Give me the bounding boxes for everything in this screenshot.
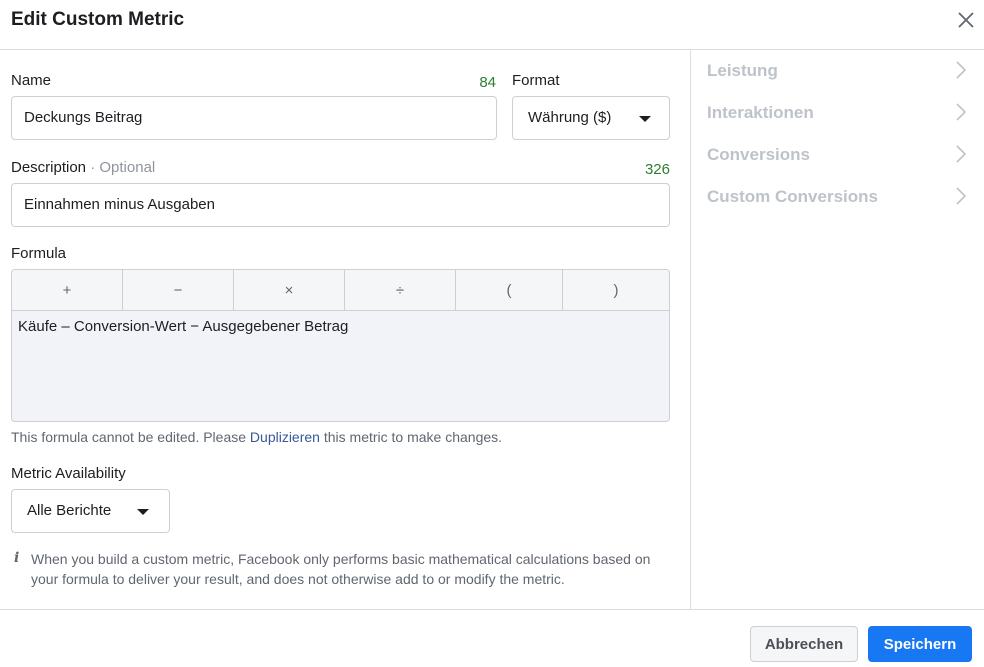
custom-metric-disclaimer: When you build a custom metric, Facebook… (31, 551, 651, 587)
name-label: Name (11, 72, 52, 89)
chevron-right-icon (956, 61, 967, 79)
format-label: Format (512, 72, 560, 89)
formula-text: Käufe – Conversion-Wert − Ausgegebener B… (18, 318, 349, 335)
formula-note-text-end: this metric to make changes. (319, 429, 503, 445)
close-icon[interactable] (954, 8, 978, 32)
name-input[interactable]: Deckungs Beitrag (11, 96, 497, 140)
description-input[interactable]: Einnahmen minus Ausgaben (11, 183, 670, 227)
category-label: Conversions (707, 145, 810, 164)
metric-category-panel: Leistung Interaktionen Conversions Custo… (690, 50, 984, 609)
operator-multiply-button[interactable]: × (234, 270, 345, 311)
dialog-header: Edit Custom Metric (0, 0, 984, 50)
name-char-counter: 84 (479, 74, 496, 91)
operator-divide-button[interactable]: ÷ (345, 270, 456, 311)
category-item-leistung[interactable]: Leistung (707, 59, 967, 83)
description-label-text: Description (11, 159, 87, 176)
availability-selected-value: Alle Berichte (27, 502, 112, 519)
format-selected-value: Währung ($) (528, 109, 612, 126)
availability-label: Metric Availability (11, 465, 126, 482)
chevron-right-icon (956, 145, 967, 163)
save-button[interactable]: Speichern (868, 626, 972, 662)
dialog-title: Edit Custom Metric (11, 9, 185, 30)
formula-note: This formula cannot be edited. Please Du… (11, 429, 502, 445)
formula-label: Formula (11, 245, 67, 262)
description-separator: · (86, 159, 100, 176)
chevron-right-icon (956, 103, 967, 121)
duplicate-link[interactable]: Duplizieren (250, 429, 320, 445)
formula-note-text: This formula cannot be edited. Please (11, 429, 250, 445)
editor-panel: Name 84 Deckungs Beitrag Format Währung … (0, 50, 690, 609)
category-item-custom-conversions[interactable]: Custom Conversions (707, 185, 967, 209)
operator-close-paren-button[interactable]: ) (563, 270, 669, 311)
category-label: Custom Conversions (707, 187, 878, 206)
formula-operator-bar: + − × ÷ ( ) (12, 270, 669, 311)
availability-select[interactable]: Alle Berichte (11, 489, 170, 533)
description-char-counter: 326 (644, 161, 670, 178)
category-item-interaktionen[interactable]: Interaktionen (707, 101, 967, 125)
operator-plus-button[interactable]: + (12, 270, 123, 311)
operator-open-paren-button[interactable]: ( (456, 270, 563, 311)
formula-editor: + − × ÷ ( ) Käufe – Conversion-Wert − Au… (11, 269, 670, 422)
operator-minus-button[interactable]: − (123, 270, 234, 311)
description-label: Description · Optional (11, 159, 155, 176)
chevron-right-icon (956, 187, 967, 205)
caret-down-icon (639, 116, 651, 122)
caret-down-icon (137, 509, 149, 515)
format-select[interactable]: Währung ($) (512, 96, 670, 140)
category-label: Interaktionen (707, 103, 814, 122)
category-item-conversions[interactable]: Conversions (707, 143, 967, 167)
description-optional: Optional (99, 159, 156, 176)
info-icon: i (14, 550, 20, 566)
cancel-button[interactable]: Abbrechen (750, 626, 858, 662)
category-label: Leistung (707, 61, 778, 80)
dialog-footer: Abbrechen Speichern (0, 609, 984, 667)
